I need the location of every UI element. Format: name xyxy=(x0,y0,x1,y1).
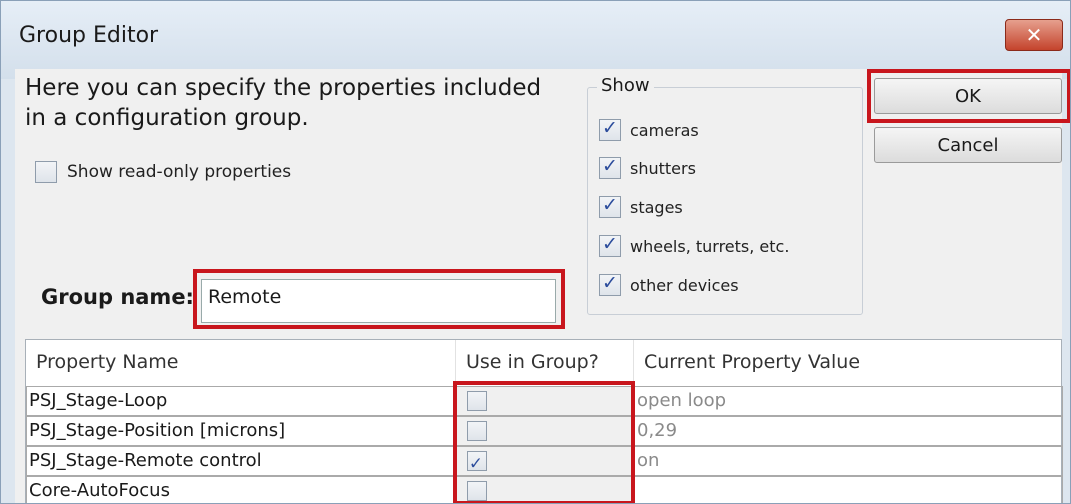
show-cameras-row[interactable]: cameras xyxy=(599,117,699,141)
table-row[interactable]: PSJ_Stage-Loop open loop xyxy=(26,386,1063,416)
show-read-only-label: Show read-only properties xyxy=(67,162,292,182)
show-stages-row[interactable]: stages xyxy=(599,194,683,218)
stages-checkbox[interactable] xyxy=(599,194,621,218)
show-read-only-row[interactable]: Show read-only properties xyxy=(35,161,291,183)
use-in-group-cell xyxy=(456,446,634,476)
property-name-cell: Core-AutoFocus xyxy=(26,476,456,503)
table-row[interactable]: PSJ_Stage-Remote control on xyxy=(26,446,1063,476)
window-title: Group Editor xyxy=(19,23,159,48)
shutters-label: shutters xyxy=(630,158,696,178)
header-current-value[interactable]: Current Property Value xyxy=(634,340,1063,384)
shutters-checkbox[interactable] xyxy=(599,155,621,179)
show-read-only-checkbox[interactable] xyxy=(35,161,57,183)
group-name-input[interactable]: Remote xyxy=(201,279,556,323)
other-devices-checkbox[interactable] xyxy=(599,272,621,296)
use-in-group-checkbox[interactable] xyxy=(467,391,487,411)
group-name-label: Group name: xyxy=(41,285,194,309)
description-text: Here you can specify the properties incl… xyxy=(25,75,542,131)
cancel-button[interactable]: Cancel xyxy=(874,127,1062,163)
table-row[interactable]: Core-AutoFocus xyxy=(26,476,1063,503)
close-button[interactable]: ✕ xyxy=(1005,19,1063,51)
close-icon: ✕ xyxy=(1025,23,1043,47)
show-other-devices-row[interactable]: other devices xyxy=(599,272,739,296)
header-use-in-group[interactable]: Use in Group? xyxy=(456,340,634,384)
use-in-group-cell xyxy=(456,476,634,503)
property-name-cell: PSJ_Stage-Remote control xyxy=(26,446,456,476)
stages-label: stages xyxy=(630,197,683,217)
show-shutters-row[interactable]: shutters xyxy=(599,155,696,179)
wheels-checkbox[interactable] xyxy=(599,233,621,257)
use-in-group-cell xyxy=(456,386,634,416)
show-filter-legend: Show xyxy=(597,75,654,96)
properties-table: Property Name Use in Group? Current Prop… xyxy=(25,339,1063,503)
property-name-cell: PSJ_Stage-Position [microns] xyxy=(26,416,456,446)
group-editor-window: Group Editor ✕ Here you can specify the … xyxy=(0,0,1071,504)
use-in-group-checkbox[interactable] xyxy=(467,449,487,475)
property-value-cell[interactable] xyxy=(634,476,1063,503)
other-devices-label: other devices xyxy=(630,275,739,295)
property-value-cell[interactable]: on xyxy=(634,446,1063,476)
show-wheels-row[interactable]: wheels, turrets, etc. xyxy=(599,233,790,257)
header-property-name[interactable]: Property Name xyxy=(26,340,456,384)
property-value-cell[interactable]: 0,29 xyxy=(634,416,1063,446)
wheels-label: wheels, turrets, etc. xyxy=(630,236,790,256)
cameras-label: cameras xyxy=(630,120,699,140)
property-name-cell: PSJ_Stage-Loop xyxy=(26,386,456,416)
use-in-group-checkbox[interactable] xyxy=(467,481,487,501)
use-in-group-cell xyxy=(456,416,634,446)
use-in-group-checkbox[interactable] xyxy=(467,421,487,441)
ok-button[interactable]: OK xyxy=(874,78,1062,114)
cameras-checkbox[interactable] xyxy=(599,117,621,141)
table-row[interactable]: PSJ_Stage-Position [microns] 0,29 xyxy=(26,416,1063,446)
property-value-cell[interactable]: open loop xyxy=(634,386,1063,416)
title-bar[interactable]: Group Editor ✕ xyxy=(1,1,1070,79)
